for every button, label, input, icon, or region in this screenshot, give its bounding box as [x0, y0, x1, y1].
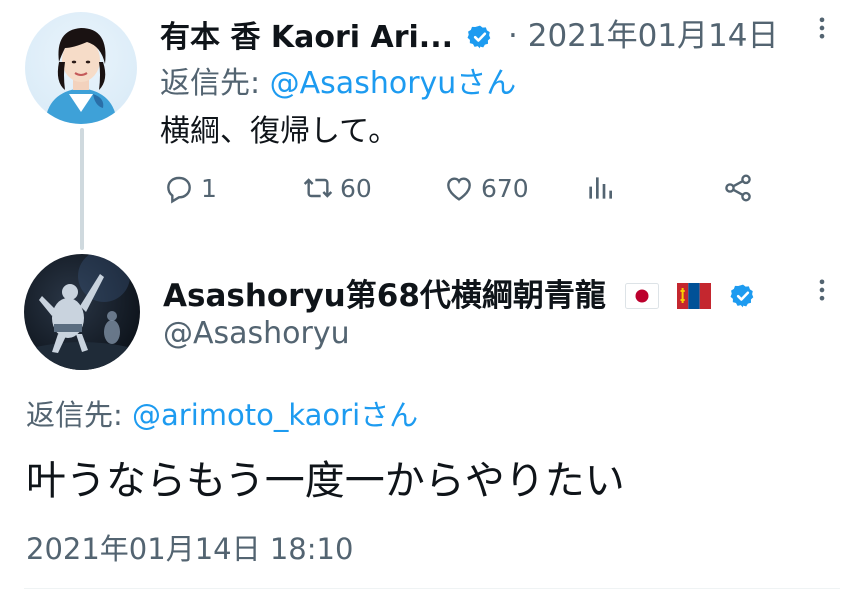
- reply-mention-link[interactable]: @Asashoryu: [270, 66, 457, 101]
- retweet-button[interactable]: 60: [302, 170, 372, 206]
- reply-button[interactable]: 1: [163, 170, 217, 206]
- analytics-icon: [589, 177, 612, 199]
- avatar-asashoryu[interactable]: [24, 254, 140, 370]
- tweet2-author-name[interactable]: Asashoryu第68代横綱朝青龍: [163, 270, 756, 315]
- reply-mention-link[interactable]: @arimoto_kaori: [132, 398, 360, 432]
- share-button[interactable]: [722, 170, 754, 206]
- like-button[interactable]: 670: [443, 170, 529, 206]
- avatar-wrestler-image: [24, 254, 140, 370]
- tweet1-author-name[interactable]: 有本 香 Kaori Ari...: [160, 12, 493, 56]
- divider: [24, 588, 840, 589]
- analytics-button[interactable]: [584, 170, 616, 206]
- retweet-icon: [303, 178, 333, 198]
- tweet2-text: 叶うならもう一度一からやりたい: [26, 458, 625, 504]
- reply-icon: [167, 176, 191, 204]
- avatar-portrait-image: [45, 28, 117, 124]
- verified-badge-icon: [730, 284, 754, 308]
- thread-connector-line: [80, 128, 84, 250]
- retweet-count: 60: [340, 173, 372, 203]
- reply-suffix[interactable]: さん: [360, 398, 418, 432]
- tweet1-date[interactable]: 2021年01月14日: [528, 18, 779, 54]
- tweet1-text: 横綱、復帰して。: [160, 114, 399, 149]
- japan-flag-icon: [624, 283, 659, 309]
- reply-count: 1: [201, 173, 217, 203]
- avatar-kaori-arimoto[interactable]: [25, 12, 137, 124]
- tweet2-author-name-text: Asashoryu第68代横綱朝青龍: [163, 278, 606, 314]
- more-icon[interactable]: [808, 276, 836, 304]
- tweet1-reply-context: 返信先: @Asashoryuさん: [160, 58, 516, 102]
- tweet2-reply-context: 返信先: @arimoto_kaoriさん: [26, 392, 418, 434]
- more-icon[interactable]: [808, 14, 836, 42]
- tweet2-timestamp[interactable]: 2021年01月14日 18:10: [26, 526, 353, 568]
- tweet1-date-meta[interactable]: · 2021年01月14日: [508, 10, 779, 55]
- reply-suffix[interactable]: さん: [456, 66, 516, 101]
- tweet2-handle[interactable]: @Asashoryu: [163, 316, 350, 351]
- reply-prefix: 返信先:: [160, 66, 270, 101]
- meta-separator: ·: [508, 18, 518, 54]
- tweet1-author-name-text: 有本 香 Kaori Ari...: [160, 20, 453, 55]
- like-count: 670: [481, 173, 529, 203]
- verified-badge-icon: [467, 25, 491, 49]
- share-icon: [725, 174, 751, 202]
- mongolia-flag-icon: [677, 283, 712, 309]
- reply-prefix: 返信先:: [26, 398, 132, 432]
- like-icon: [447, 177, 471, 201]
